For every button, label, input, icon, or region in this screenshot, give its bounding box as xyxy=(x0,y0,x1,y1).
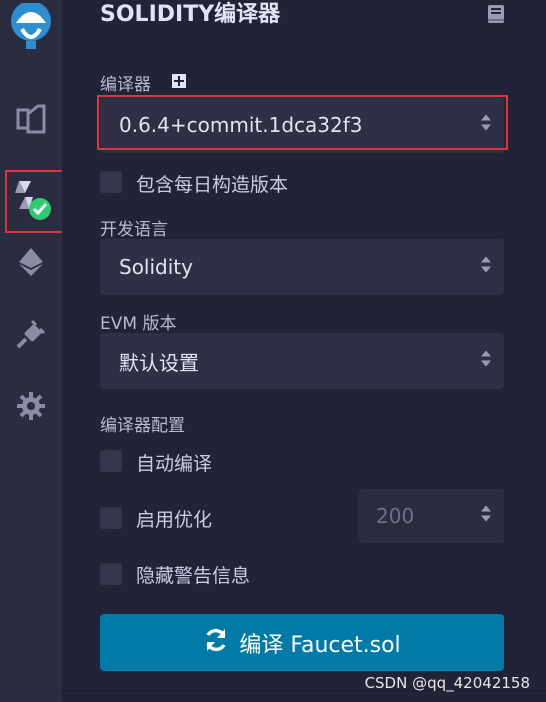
add-compiler-icon[interactable] xyxy=(171,73,187,93)
gear-icon[interactable] xyxy=(0,388,62,424)
hide-warnings-checkbox[interactable] xyxy=(100,563,122,585)
file-explorer-icon[interactable] xyxy=(0,96,62,142)
compile-button[interactable]: 编译 Faucet.sol xyxy=(100,614,504,671)
compiler-panel: SOLIDITY编译器 编译器 0.6.4+commit.1dca32f3 包含… xyxy=(62,0,546,702)
documentation-book-icon[interactable] xyxy=(486,4,506,28)
stepper-arrows-icon[interactable] xyxy=(480,504,492,529)
compile-button-label: 编译 Faucet.sol xyxy=(239,632,401,658)
remix-logo-icon[interactable] xyxy=(0,0,62,58)
select-arrows-icon xyxy=(480,349,492,374)
optimization-runs-value: 200 xyxy=(376,504,415,528)
deploy-run-icon[interactable] xyxy=(0,244,62,280)
auto-compile-label: 自动编译 xyxy=(136,453,213,475)
enable-optimization-checkbox[interactable] xyxy=(100,507,122,529)
language-select[interactable]: Solidity xyxy=(100,239,504,295)
include-nightly-label: 包含每日构造版本 xyxy=(136,174,289,196)
watermark: CSDN @qq_42042158 xyxy=(364,674,530,692)
evm-version-select[interactable]: 默认设置 xyxy=(100,333,504,389)
plugin-icon[interactable] xyxy=(0,314,62,354)
compiler-icon-highlight xyxy=(5,170,66,233)
icon-sidebar xyxy=(0,0,66,702)
refresh-icon xyxy=(203,627,229,659)
language-label: 开发语言 xyxy=(100,220,168,240)
auto-compile-checkbox[interactable] xyxy=(100,450,122,472)
evm-version-value: 默认设置 xyxy=(119,350,199,375)
include-nightly-checkbox[interactable] xyxy=(100,171,122,193)
enable-optimization-label: 启用优化 xyxy=(136,509,213,531)
panel-title: SOLIDITY编译器 xyxy=(100,2,281,27)
language-value: Solidity xyxy=(119,255,193,279)
compiler-label: 编译器 xyxy=(100,75,151,95)
compiler-version-highlight xyxy=(97,95,508,150)
hide-warnings-label: 隐藏警告信息 xyxy=(136,565,251,587)
select-arrows-icon xyxy=(480,255,492,280)
evm-version-label: EVM 版本 xyxy=(100,314,177,334)
compiler-config-label: 编译器配置 xyxy=(100,416,185,436)
optimization-runs-input[interactable]: 200 xyxy=(358,489,504,543)
